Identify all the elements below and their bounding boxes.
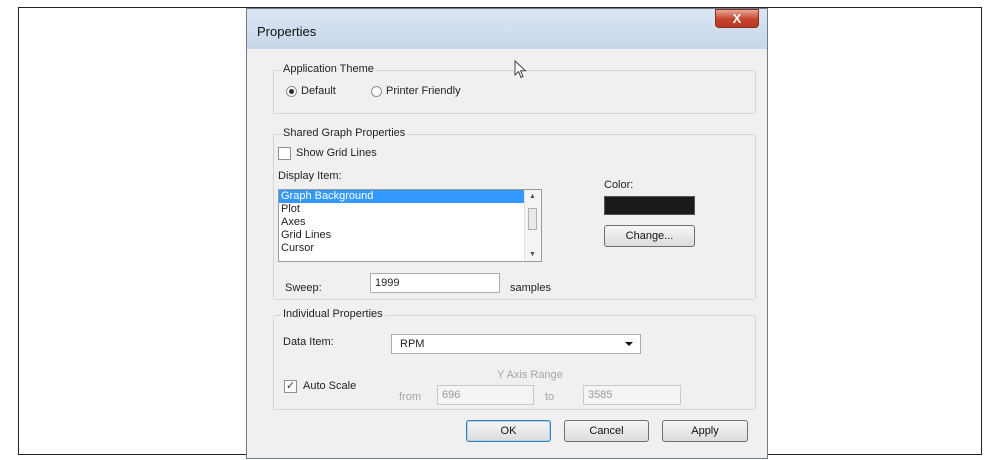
list-item[interactable]: Plot bbox=[279, 203, 541, 216]
list-item[interactable]: Graph Background bbox=[279, 190, 524, 203]
to-label: to bbox=[545, 391, 555, 403]
properties-dialog: Properties X Application Theme Default P… bbox=[246, 8, 768, 459]
listbox-scrollbar[interactable]: ▲ ▼ bbox=[524, 190, 541, 261]
radio-printer-friendly-label: Printer Friendly bbox=[386, 85, 461, 97]
close-button[interactable]: X bbox=[715, 9, 759, 28]
sweep-input[interactable]: 1999 bbox=[370, 273, 500, 293]
list-item[interactable]: Axes bbox=[279, 216, 541, 229]
data-item-select[interactable]: RPM bbox=[391, 334, 641, 354]
y-axis-range-label: Y Axis Range bbox=[497, 369, 563, 381]
dialog-body: Application Theme Default Printer Friend… bbox=[251, 49, 763, 454]
shared-graph-properties-label: Shared Graph Properties bbox=[281, 127, 408, 139]
auto-scale-checkbox[interactable]: ✓ bbox=[284, 380, 297, 393]
data-item-value: RPM bbox=[400, 338, 425, 350]
change-color-button[interactable]: Change... bbox=[604, 225, 695, 247]
color-label: Color: bbox=[604, 179, 634, 191]
y-range-from-input[interactable]: 696 bbox=[437, 385, 534, 405]
mouse-pointer-icon bbox=[514, 60, 527, 79]
dialog-title: Properties bbox=[257, 24, 317, 39]
color-swatch bbox=[604, 196, 695, 215]
from-label: from bbox=[399, 391, 421, 403]
sweep-label: Sweep: bbox=[285, 282, 322, 294]
show-grid-lines-checkbox[interactable] bbox=[278, 147, 291, 160]
radio-printer-friendly[interactable] bbox=[371, 86, 382, 97]
close-icon: X bbox=[732, 11, 742, 26]
radio-default-label: Default bbox=[301, 85, 336, 97]
y-range-to-input[interactable]: 3585 bbox=[583, 385, 681, 405]
list-item[interactable]: Cursor bbox=[279, 242, 541, 255]
auto-scale-label: Auto Scale bbox=[303, 380, 357, 392]
data-item-label: Data Item: bbox=[283, 336, 334, 348]
sweep-unit-label: samples bbox=[510, 282, 551, 294]
radio-default[interactable] bbox=[286, 86, 297, 97]
cancel-button[interactable]: Cancel bbox=[564, 420, 649, 442]
scroll-thumb[interactable] bbox=[528, 208, 537, 230]
application-theme-label: Application Theme bbox=[281, 63, 376, 75]
chevron-down-icon[interactable] bbox=[625, 342, 633, 346]
show-grid-lines-label: Show Grid Lines bbox=[296, 147, 377, 159]
scroll-down-icon[interactable]: ▼ bbox=[529, 251, 536, 258]
individual-properties-label: Individual Properties bbox=[281, 308, 385, 320]
display-item-label: Display Item: bbox=[278, 170, 342, 182]
list-item[interactable]: Grid Lines bbox=[279, 229, 541, 242]
ok-button[interactable]: OK bbox=[466, 420, 551, 442]
display-item-listbox[interactable]: Graph Background Plot Axes Grid Lines Cu… bbox=[278, 189, 542, 262]
title-bar: Properties X bbox=[247, 9, 767, 49]
apply-button[interactable]: Apply bbox=[662, 420, 748, 442]
scroll-up-icon[interactable]: ▲ bbox=[529, 193, 536, 200]
